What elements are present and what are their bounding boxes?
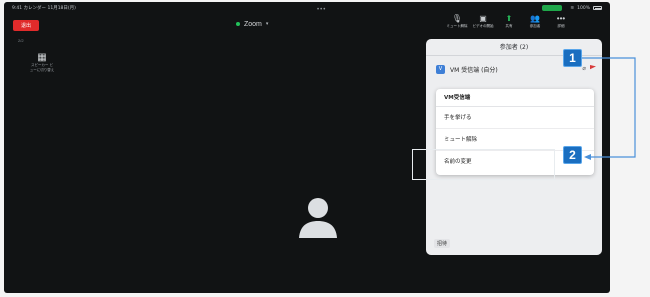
toolbar-participants-button[interactable]: 👥 参加者 xyxy=(524,14,546,32)
switch-view-button[interactable]: ▦ スピーカー ビ ューに切り替え xyxy=(22,52,62,73)
status-left: 9:41 カレンダー 11月18日(月) xyxy=(12,6,76,11)
toolbar-video-button[interactable]: ▣ ビデオの開始 xyxy=(472,14,494,32)
status-right: ≋ 100% xyxy=(570,6,602,11)
multitask-dots[interactable]: ••• xyxy=(317,7,326,13)
meeting-toolbar: 🎙 ミュート解除 ▣ ビデオの開始 ⬆ 共有 👥 参加者 ••• 詳細 xyxy=(446,14,572,32)
mic-off-icon: 🎙 xyxy=(451,14,463,23)
battery-icon xyxy=(593,6,602,10)
rename-highlight xyxy=(412,149,555,180)
leave-button[interactable]: 退出 xyxy=(13,20,39,31)
invite-button[interactable]: 招待 xyxy=(434,239,451,248)
participant-avatar: V xyxy=(436,64,445,74)
toolbar-share-button[interactable]: ⬆ 共有 xyxy=(498,14,520,32)
battery-percent: 100% xyxy=(577,5,590,11)
muted-mic-icon: ⌀ xyxy=(582,66,586,72)
menu-item-raise-hand[interactable]: 手を挙げる xyxy=(436,107,594,129)
toolbar-mute-button[interactable]: 🎙 ミュート解除 xyxy=(446,14,468,32)
status-bar: 9:41 カレンダー 11月18日(月) ≋ 100% xyxy=(4,2,610,14)
meeting-title-text: Zoom xyxy=(244,20,262,28)
meeting-title[interactable]: Zoom ▾ xyxy=(236,19,268,29)
share-icon: ⬆ xyxy=(505,14,513,23)
secure-dot-icon xyxy=(236,22,240,26)
user-avatar-icon xyxy=(299,198,337,238)
menu-header: VM受信端 xyxy=(436,89,594,107)
video-icon: ▣ xyxy=(479,14,487,23)
chevron-down-icon: ▾ xyxy=(265,21,269,27)
participants-icon: 👥 xyxy=(530,14,540,23)
participant-name: VM 受信端 (自分) xyxy=(450,66,498,74)
callout-2-badge: 2 xyxy=(563,146,582,164)
callout-1-badge: 1 xyxy=(563,49,582,67)
page-indicator: 2/2 xyxy=(18,38,24,43)
toolbar-more-button[interactable]: ••• 詳細 xyxy=(550,14,572,32)
call-active-indicator xyxy=(542,5,562,11)
wifi-icon: ≋ xyxy=(570,5,575,11)
grid-icon: ▦ xyxy=(37,52,47,63)
more-icon: ••• xyxy=(556,14,566,23)
